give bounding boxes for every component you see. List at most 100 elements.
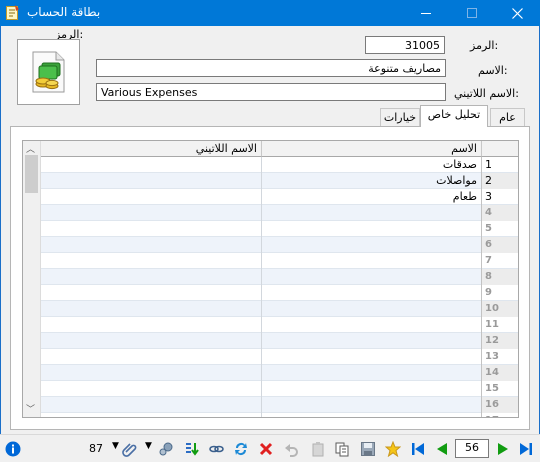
scroll-up-icon[interactable]: ︿	[26, 142, 35, 155]
row-number[interactable]: 12	[481, 333, 518, 349]
row-number[interactable]: 16	[481, 397, 518, 413]
latin-name-cell[interactable]	[41, 317, 261, 333]
last-record-button[interactable]	[517, 440, 535, 458]
table-row[interactable]: 10	[41, 301, 518, 317]
row-number[interactable]: 7	[481, 253, 518, 269]
latin-name-cell[interactable]	[41, 381, 261, 397]
name-cell[interactable]	[261, 397, 481, 413]
link-button[interactable]	[207, 440, 225, 458]
latin-name-cell[interactable]	[41, 413, 261, 417]
name-field[interactable]: مصاريف متنوعة	[96, 59, 446, 77]
tab-general[interactable]: عام	[490, 108, 525, 128]
favorite-button[interactable]	[384, 440, 402, 458]
attach-dropdown-icon[interactable]: ▼	[145, 441, 152, 451]
name-cell[interactable]	[261, 317, 481, 333]
first-record-button[interactable]	[409, 440, 427, 458]
name-cell[interactable]	[261, 381, 481, 397]
row-number[interactable]: 13	[481, 349, 518, 365]
minimize-button[interactable]	[403, 0, 449, 26]
row-number[interactable]: 15	[481, 381, 518, 397]
name-cell[interactable]	[261, 205, 481, 221]
latin-name-cell[interactable]	[41, 221, 261, 237]
name-cell[interactable]: طعام	[261, 189, 481, 205]
refresh-button[interactable]	[232, 440, 250, 458]
latin-name-field[interactable]: Various Expenses	[96, 83, 446, 101]
table-row[interactable]: 11	[41, 317, 518, 333]
close-icon	[511, 7, 523, 19]
row-number[interactable]: 9	[481, 285, 518, 301]
name-cell[interactable]	[261, 253, 481, 269]
tab-options[interactable]: خيارات	[380, 108, 420, 128]
close-button[interactable]	[494, 0, 540, 26]
table-row[interactable]: مواصلات 2	[41, 173, 518, 189]
grid-scrollbar[interactable]: ︿ ﹀	[23, 141, 41, 417]
row-number[interactable]: 6	[481, 237, 518, 253]
row-number[interactable]: 17	[481, 413, 518, 417]
table-row[interactable]: 9	[41, 285, 518, 301]
row-number[interactable]: 14	[481, 365, 518, 381]
table-row[interactable]: 14	[41, 365, 518, 381]
table-row[interactable]: 4	[41, 205, 518, 221]
scroll-down-icon[interactable]: ﹀	[26, 402, 35, 415]
row-number[interactable]: 8	[481, 269, 518, 285]
record-number-field[interactable]: 56	[455, 439, 489, 458]
name-cell[interactable]	[261, 333, 481, 349]
latin-name-cell[interactable]	[41, 333, 261, 349]
table-row[interactable]: 16	[41, 397, 518, 413]
name-cell[interactable]	[261, 285, 481, 301]
delete-button[interactable]	[257, 440, 275, 458]
row-number[interactable]: 3	[481, 189, 518, 205]
count-dropdown-icon[interactable]: ▼	[112, 441, 119, 451]
scroll-thumb[interactable]	[25, 155, 38, 193]
latin-name-cell[interactable]	[41, 157, 261, 173]
table-row[interactable]: 5	[41, 221, 518, 237]
info-button[interactable]	[4, 440, 22, 458]
next-record-button[interactable]	[494, 440, 512, 458]
attach-button[interactable]	[121, 440, 139, 458]
row-number[interactable]: 2	[481, 173, 518, 189]
table-row[interactable]: طعام 3	[41, 189, 518, 205]
column-latin-name[interactable]: الاسم اللاتيني	[41, 141, 261, 157]
name-cell[interactable]	[261, 365, 481, 381]
paste-button[interactable]	[333, 440, 351, 458]
latin-name-cell[interactable]	[41, 205, 261, 221]
latin-name-cell[interactable]	[41, 285, 261, 301]
code-field[interactable]: 31005	[365, 36, 445, 54]
prev-record-button[interactable]	[433, 440, 451, 458]
name-cell[interactable]: صدقات	[261, 157, 481, 173]
table-row[interactable]: 15	[41, 381, 518, 397]
table-row[interactable]: 13	[41, 349, 518, 365]
name-cell[interactable]	[261, 269, 481, 285]
row-number[interactable]: 4	[481, 205, 518, 221]
latin-name-cell[interactable]	[41, 237, 261, 253]
name-cell[interactable]	[261, 237, 481, 253]
table-row[interactable]: 8	[41, 269, 518, 285]
latin-name-cell[interactable]	[41, 173, 261, 189]
table-row[interactable]: 17	[41, 413, 518, 417]
sort-down-button[interactable]	[183, 440, 201, 458]
name-cell[interactable]	[261, 301, 481, 317]
name-cell[interactable]: مواصلات	[261, 173, 481, 189]
row-number[interactable]: 10	[481, 301, 518, 317]
latin-name-cell[interactable]	[41, 365, 261, 381]
tools-button[interactable]	[157, 440, 175, 458]
latin-name-cell[interactable]	[41, 269, 261, 285]
latin-name-cell[interactable]	[41, 397, 261, 413]
row-number[interactable]: 5	[481, 221, 518, 237]
table-row[interactable]: 7	[41, 253, 518, 269]
row-number[interactable]: 1	[481, 157, 518, 173]
table-row[interactable]: 12	[41, 333, 518, 349]
name-cell[interactable]	[261, 221, 481, 237]
table-row[interactable]: صدقات 1	[41, 157, 518, 173]
column-name[interactable]: الاسم	[261, 141, 481, 157]
tab-special-analysis[interactable]: تحليل خاص	[420, 105, 488, 127]
latin-name-cell[interactable]	[41, 189, 261, 205]
row-number[interactable]: 11	[481, 317, 518, 333]
latin-name-cell[interactable]	[41, 253, 261, 269]
table-row[interactable]: 6	[41, 237, 518, 253]
account-icon-box[interactable]	[17, 39, 80, 105]
name-cell[interactable]	[261, 349, 481, 365]
name-cell[interactable]	[261, 413, 481, 417]
latin-name-cell[interactable]	[41, 301, 261, 317]
latin-name-cell[interactable]	[41, 349, 261, 365]
